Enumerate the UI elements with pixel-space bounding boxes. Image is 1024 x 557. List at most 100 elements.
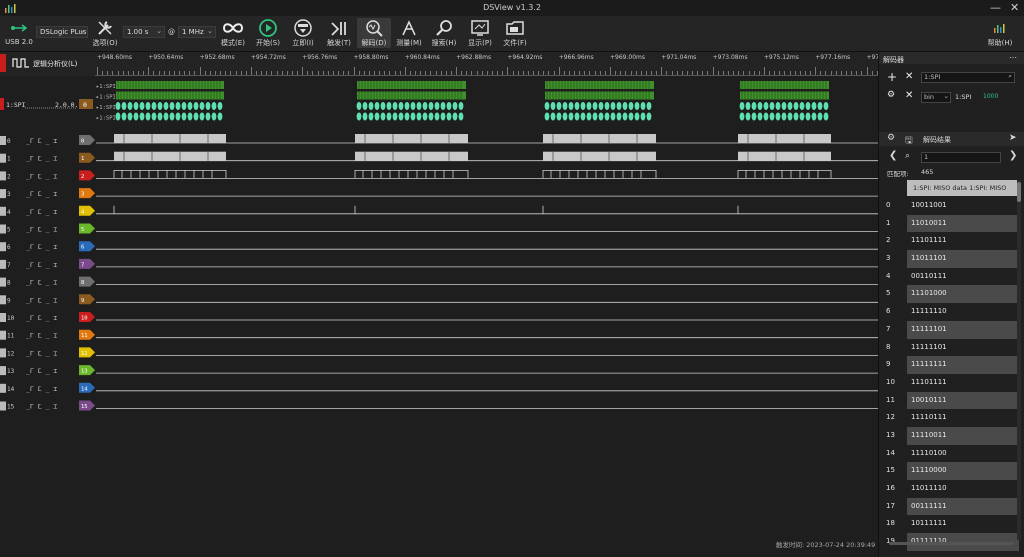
decoder-input[interactable]: 1:SPI ⌕ <box>921 72 1015 83</box>
results-column-header[interactable]: 1:SPI: MISO data 1:SPI: MISO <box>907 180 1019 196</box>
decode-pill <box>127 102 133 110</box>
ruler-tick <box>702 71 704 75</box>
decode-pill <box>157 112 163 121</box>
result-row[interactable]: 18 10111111 <box>883 515 1021 533</box>
instant-button[interactable]: 立即(I) <box>286 18 320 48</box>
decode-pill <box>592 112 598 121</box>
result-row[interactable]: 12 11110111 <box>883 409 1021 427</box>
locate-icon[interactable]: ➤ <box>1009 133 1017 143</box>
horizontal-scrollbar[interactable] <box>889 542 1014 545</box>
prev-match-icon[interactable]: ❮ <box>889 150 897 161</box>
settings-gear-icon[interactable]: ⚙ <box>887 90 895 100</box>
ruler-tick <box>209 71 211 75</box>
trigger-edge-selector[interactable]: _Γ ̄L _ ⌶ <box>26 243 57 251</box>
decode-pill <box>145 112 151 121</box>
ruler-tick <box>799 71 801 75</box>
measure-button[interactable]: 测量(M) <box>392 18 426 48</box>
ruler-tick-label: +952.68ms <box>199 54 235 61</box>
decode-button[interactable]: 解码(D) <box>357 18 391 48</box>
decode-pill <box>398 102 404 110</box>
decode-pill <box>175 112 181 121</box>
trigger-edge-selector[interactable]: _Γ ̄L _ ⌶ <box>26 367 57 375</box>
result-row[interactable]: 5 11101000 <box>883 285 1021 304</box>
trigger-edge-selector[interactable]: _Γ ̄L _ ⌶ <box>26 226 57 234</box>
trigger-edge-selector[interactable]: _Γ ̄L _ ⌶ <box>26 208 57 216</box>
result-row[interactable]: 1 11010011 <box>883 214 1021 233</box>
display-button[interactable]: 显示(P) <box>463 18 497 48</box>
options-button[interactable]: 选项(O) <box>88 18 122 48</box>
save-icon[interactable]: 🖫 <box>905 133 913 149</box>
ruler-tick <box>804 71 806 75</box>
results-settings-icon[interactable]: ⚙ <box>887 133 895 143</box>
ruler-tick <box>363 71 365 75</box>
trigger-edge-selector[interactable]: _Γ ̄L _ ⌶ <box>26 279 57 287</box>
sample-rate-select[interactable]: 1 MHz ⌄ <box>178 26 216 38</box>
file-button[interactable]: 文件(F) <box>498 18 532 48</box>
sample-time-select[interactable]: 1.00 s ⌄ <box>123 26 165 38</box>
trigger-edge-selector[interactable]: _Γ ̄L _ ⌶ <box>26 403 57 411</box>
trigger-edge-selector[interactable]: _Γ ̄L _ ⌶ <box>26 332 57 340</box>
dense-signal-block <box>355 151 468 161</box>
result-row[interactable]: 0 10011001 <box>883 197 1021 215</box>
result-row[interactable]: 6 11111110 <box>883 303 1021 321</box>
remove-decoder-icon[interactable]: ✕ <box>905 71 913 82</box>
result-row[interactable]: 4 00110111 <box>883 268 1021 286</box>
result-search-input[interactable]: 1 <box>921 152 1001 163</box>
trigger-edge-selector[interactable]: _Γ ̄L _ ⌶ <box>26 349 57 357</box>
search-button[interactable]: 搜索(H) <box>427 18 461 48</box>
result-row[interactable]: 10 11101111 <box>883 374 1021 392</box>
mode-button[interactable]: 模式(E) <box>216 18 250 48</box>
decode-pill <box>181 112 187 121</box>
result-row[interactable]: 15 11110000 <box>883 462 1021 481</box>
result-row[interactable]: 8 11111101 <box>883 339 1021 357</box>
trigger-edge-selector[interactable]: _Γ ̄L _ ⌶ <box>26 172 57 180</box>
channel-index: 0 <box>7 138 11 145</box>
close-window-icon[interactable]: ✕ <box>1010 1 1019 14</box>
panel-menu-icon[interactable]: ⋯ <box>1009 53 1017 62</box>
trigger-edge-selector[interactable]: _Γ ̄L _ ⌶ <box>26 296 57 304</box>
results-scrollbar[interactable] <box>1017 180 1021 540</box>
result-row[interactable]: 16 11011110 <box>883 480 1021 498</box>
trigger-edge-selector[interactable]: _Γ ̄L _ ⌶ <box>26 155 57 163</box>
remove-bin-icon[interactable]: ✕ <box>905 90 913 101</box>
ruler-tick <box>312 71 314 75</box>
ruler-tick-label: +962.88ms <box>456 54 492 61</box>
trigger-edge-selector[interactable]: _Γ ̄L _ ⌶ <box>26 261 57 269</box>
result-row[interactable]: 9 11111111 <box>883 356 1021 374</box>
trigger-edge-selector[interactable]: _Γ ̄L _ ⌶ <box>26 137 57 145</box>
help-button[interactable]: 帮助(H) <box>980 18 1020 48</box>
add-decoder-icon[interactable]: + <box>887 70 897 84</box>
bin-select[interactable]: bin ⌄ <box>921 92 951 103</box>
time-ruler[interactable]: +948.60ms +950.64ms +952.68ms +954.72ms +956… <box>95 52 878 76</box>
ruler-tick-label: +971.04ms <box>661 54 697 61</box>
waveform-area[interactable]: 1:SPI 2.0.0.1 0 ▸1:SPI ▸1:SPI ▸1:SPI ▸1:SPI 0 _Γ… <box>0 76 878 557</box>
ruler-tick <box>779 71 781 75</box>
usb-icon <box>2 18 36 38</box>
decode-pill <box>416 102 422 110</box>
ruler-tick <box>748 71 750 75</box>
result-row[interactable]: 13 11110011 <box>883 426 1021 445</box>
trigger-button[interactable]: 触发(T) <box>322 18 356 48</box>
ruler-tick <box>384 71 386 75</box>
trigger-edge-selector[interactable]: _Γ ̄L _ ⌶ <box>26 314 57 322</box>
result-row[interactable]: 2 11101111 <box>883 232 1021 250</box>
result-row[interactable]: 3 11011101 <box>883 250 1021 268</box>
next-match-icon[interactable]: ❯ <box>1009 150 1017 161</box>
scrollbar-thumb[interactable] <box>1017 182 1021 202</box>
decode-pill <box>151 112 157 121</box>
ruler-tick <box>179 71 181 75</box>
ruler-tick <box>461 71 463 75</box>
result-row[interactable]: 17 00111111 <box>883 497 1021 516</box>
result-row[interactable]: 7 11111101 <box>883 320 1021 339</box>
trigger-edge-selector[interactable]: _Γ ̄L _ ⌶ <box>26 190 57 198</box>
decode-pill <box>757 112 763 121</box>
ruler-tick <box>415 71 417 75</box>
decode-pill <box>604 102 610 110</box>
result-row[interactable]: 14 11110100 <box>883 445 1021 463</box>
minimize-icon[interactable]: — <box>990 1 1001 14</box>
start-button[interactable]: 开始(S) <box>251 18 285 48</box>
trigger-edge-selector[interactable]: _Γ ̄L _ ⌶ <box>26 385 57 393</box>
result-row[interactable]: 11 10010111 <box>883 391 1021 410</box>
search-label: 搜索(H) <box>431 39 457 47</box>
device-select[interactable]: DSLogic PLus ⌄ <box>36 26 88 38</box>
